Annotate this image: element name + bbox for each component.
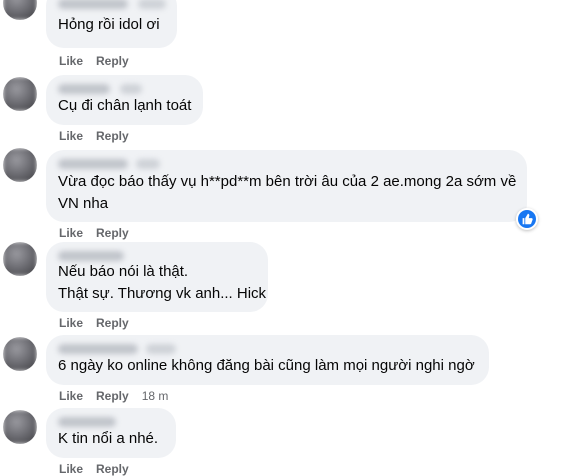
reply-button[interactable]: Reply [96,225,129,241]
reply-button[interactable]: Reply [96,461,129,476]
comment-text: VN nha [58,195,109,212]
comment-actions: Like Reply [59,53,142,69]
author-name-redacted[interactable] [58,83,191,96]
comment-text: Cụ đi chân lạnh toát [58,97,192,114]
comment-bubble: K tin nổi a nhé. [46,408,176,458]
comment-text: Hỏng rồi idol ơi [58,16,160,33]
reply-button[interactable]: Reply [96,388,129,404]
comment-thread: Hỏng rồi idol ơi Like Reply Cụ đi chân lạ… [0,0,581,476]
author-name-redacted[interactable] [58,250,256,263]
like-button[interactable]: Like [59,53,83,69]
reply-button[interactable]: Reply [96,128,129,144]
author-name-redacted[interactable] [58,158,515,171]
author-name-redacted[interactable] [58,343,477,356]
avatar[interactable] [3,410,37,444]
comment-text: Thật sự. Thương vk anh... Hick [58,285,267,302]
avatar[interactable] [3,77,37,111]
comment-bubble: 6 ngày ko online không đăng bài cũng làm… [46,335,489,385]
reply-button[interactable]: Reply [96,315,129,331]
comment-bubble: Nếu báo nói là thật. Thật sự. Thương vk … [46,242,268,312]
comment-actions: Like Reply [59,461,142,476]
comment-timestamp[interactable]: 18 m [142,388,169,404]
avatar[interactable] [3,337,37,371]
comment-text: K tin nổi a nhé. [58,430,159,447]
comment-bubble: Cụ đi chân lạnh toát [46,75,203,125]
like-button[interactable]: Like [59,225,83,241]
comment-actions: Like Reply [59,315,142,331]
like-button[interactable]: Like [59,388,83,404]
comment-actions: Like Reply [59,225,142,241]
comment-actions: Like Reply 18 m [59,388,181,404]
comment-text: Nếu báo nói là thật. [58,263,189,280]
like-button[interactable]: Like [59,128,83,144]
like-button[interactable]: Like [59,461,83,476]
like-button[interactable]: Like [59,315,83,331]
reply-button[interactable]: Reply [96,53,129,69]
comment-bubble: Hỏng rồi idol ơi [46,0,177,48]
comment-bubble: Vừa đọc báo thấy vụ h**pd**m bên trời âu… [46,150,527,222]
avatar[interactable] [3,148,37,182]
like-reaction-icon[interactable] [516,208,538,230]
avatar[interactable] [3,242,37,276]
avatar[interactable] [3,0,37,20]
comment-text: 6 ngày ko online không đăng bài cũng làm… [58,357,475,374]
author-name-redacted[interactable] [58,416,164,429]
comment-text: Vừa đọc báo thấy vụ h**pd**m bên trời âu… [58,173,517,190]
author-name-redacted[interactable] [58,0,166,11]
comment-actions: Like Reply [59,128,142,144]
